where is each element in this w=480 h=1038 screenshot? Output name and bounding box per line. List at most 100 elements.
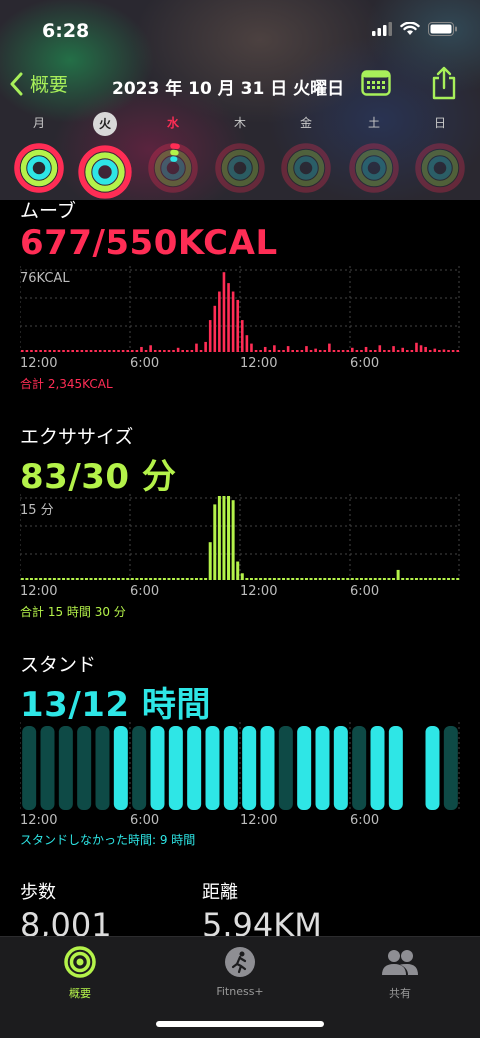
chart-bar bbox=[387, 350, 391, 352]
chart-bar bbox=[158, 578, 162, 580]
ring-track bbox=[428, 156, 452, 180]
stand-hour-met bbox=[297, 726, 312, 810]
chart-bar bbox=[43, 578, 47, 580]
chart-bar bbox=[222, 496, 226, 580]
tab-fitness-plus[interactable]: Fitness+ bbox=[180, 945, 300, 998]
chart-bar bbox=[346, 350, 350, 352]
chart-bar bbox=[259, 578, 263, 580]
chart-bar bbox=[227, 283, 230, 352]
stand-hour-met bbox=[187, 726, 202, 810]
move-title: ムーブ bbox=[20, 200, 76, 222]
back-button[interactable]: 概要 bbox=[10, 70, 68, 97]
chart-bar bbox=[94, 350, 97, 352]
day-4[interactable]: 金 bbox=[273, 112, 339, 194]
chart-bar bbox=[75, 578, 79, 580]
tab-summary[interactable]: 概要 bbox=[20, 945, 140, 1001]
chart-bar bbox=[433, 348, 437, 352]
status-time: 6:28 bbox=[42, 20, 90, 42]
chart-bar bbox=[140, 346, 143, 352]
x-tick-label: 6:00 bbox=[350, 584, 380, 599]
battery-icon bbox=[428, 22, 457, 36]
chart-bar bbox=[204, 341, 207, 352]
chart-bar bbox=[108, 350, 111, 352]
stand-total: スタンドしなかった時間: 9 時間 bbox=[20, 833, 196, 847]
day-label: 日 bbox=[433, 116, 446, 130]
chart-bar bbox=[162, 578, 166, 580]
calendar-button[interactable] bbox=[361, 69, 391, 101]
chart-bar bbox=[263, 346, 267, 352]
chart-bar bbox=[29, 578, 33, 580]
chart-bar bbox=[346, 578, 350, 580]
day-label: 金 bbox=[299, 116, 312, 130]
exercise-title: エクササイズ bbox=[20, 426, 134, 448]
chart-bar bbox=[121, 350, 125, 352]
chart-bar bbox=[442, 349, 446, 352]
x-tick-label: 6:00 bbox=[130, 813, 160, 828]
move-chart bbox=[20, 266, 460, 352]
day-3[interactable]: 木 bbox=[207, 112, 273, 194]
chart-bar bbox=[360, 350, 363, 352]
chart-bar bbox=[401, 578, 405, 580]
back-label: 概要 bbox=[30, 74, 69, 96]
day-0[interactable]: 月 bbox=[6, 112, 72, 194]
chart-bar bbox=[456, 350, 460, 352]
chart-bar bbox=[227, 496, 231, 580]
distance-title: 距離 bbox=[202, 882, 238, 903]
chart-bar bbox=[341, 350, 345, 352]
chart-bar bbox=[364, 578, 368, 580]
chart-bar bbox=[245, 335, 249, 352]
day-label: 土 bbox=[367, 116, 380, 130]
chart-bar bbox=[414, 578, 418, 580]
chart-bar bbox=[185, 350, 189, 352]
day-6[interactable]: 日 bbox=[407, 112, 473, 194]
chart-bar bbox=[30, 350, 33, 352]
chart-bar bbox=[89, 578, 93, 580]
chart-bar bbox=[172, 350, 175, 352]
chart-bar bbox=[259, 350, 262, 352]
chart-bar bbox=[236, 299, 240, 352]
share-button[interactable] bbox=[430, 66, 458, 104]
chart-bar bbox=[437, 578, 441, 580]
steps-title: 歩数 bbox=[20, 882, 56, 903]
chart-bar bbox=[139, 578, 143, 580]
move-total: 合計 2,345KCAL bbox=[20, 377, 113, 391]
tab-sharing[interactable]: 共有 bbox=[340, 945, 460, 1001]
stand-hour-met bbox=[370, 726, 385, 810]
stand-chart bbox=[20, 722, 460, 812]
page-title: 2023 年 10 月 31 日 火曜日 bbox=[112, 79, 345, 99]
chart-bar bbox=[195, 343, 198, 352]
chart-bar bbox=[121, 578, 125, 580]
chart-bar bbox=[181, 350, 185, 352]
chart-bar bbox=[48, 350, 52, 352]
activity-rings-icon bbox=[14, 143, 64, 193]
home-indicator bbox=[156, 1021, 324, 1027]
chart-bar bbox=[314, 348, 317, 352]
day-2[interactable]: 水 bbox=[140, 112, 206, 194]
chart-bar bbox=[268, 578, 272, 580]
chart-bar bbox=[222, 272, 226, 352]
chart-bar bbox=[34, 578, 38, 580]
chart-bar bbox=[369, 578, 373, 580]
chart-bar bbox=[53, 350, 56, 352]
chart-bar bbox=[295, 350, 299, 352]
chart-bar bbox=[176, 578, 180, 580]
chart-bar bbox=[39, 578, 43, 580]
chart-bar bbox=[350, 578, 354, 580]
tab-summary-label: 概要 bbox=[69, 987, 91, 1000]
activity-rings-icon bbox=[64, 946, 96, 978]
chart-bar bbox=[190, 350, 194, 352]
day-1[interactable]: 火 bbox=[72, 112, 138, 200]
chart-bar bbox=[328, 343, 331, 352]
x-tick-label: 6:00 bbox=[350, 356, 380, 371]
chart-bar bbox=[103, 578, 107, 580]
chart-bar bbox=[378, 578, 382, 580]
chart-bar bbox=[355, 578, 359, 580]
stand-hour-missed bbox=[77, 726, 92, 810]
x-tick-label: 6:00 bbox=[130, 584, 160, 599]
chart-bar bbox=[341, 578, 345, 580]
chart-bar bbox=[144, 350, 148, 352]
chart-bar bbox=[190, 578, 194, 580]
day-5[interactable]: 土 bbox=[341, 112, 407, 194]
chart-bar bbox=[126, 350, 130, 352]
move-section: ムーブ 677/550KCAL bbox=[20, 196, 460, 263]
